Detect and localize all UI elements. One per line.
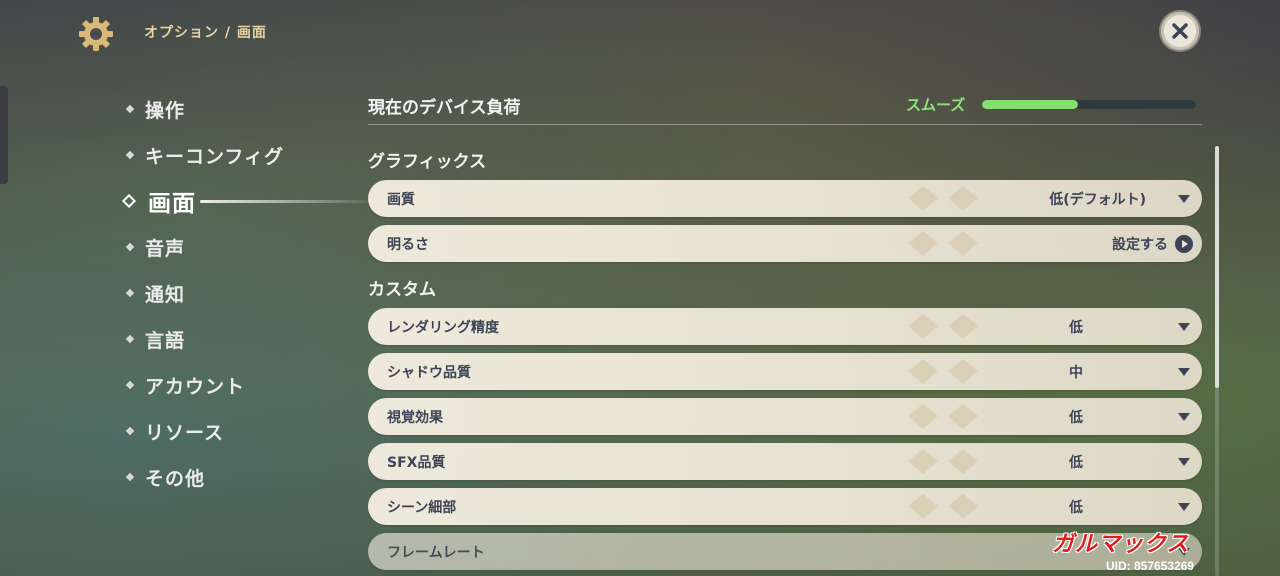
setting-row-sfx-quality[interactable]: SFX品質 低	[368, 443, 1202, 480]
setting-value: 低	[1069, 499, 1083, 516]
divider	[368, 124, 1202, 125]
arrow-right-circle-icon[interactable]	[1175, 234, 1193, 253]
setting-value: 中	[1069, 364, 1083, 381]
sidebar-item-graphics[interactable]: 画面	[120, 178, 380, 224]
setting-label: シーン細部	[387, 499, 457, 516]
bullet-icon	[125, 150, 135, 160]
chevron-down-icon[interactable]	[1178, 502, 1190, 511]
sidebar-item-label: 画面	[148, 191, 196, 217]
uid-label: UID: 857653269	[1106, 559, 1195, 573]
sidebar-item-notifications[interactable]: 通知	[120, 270, 350, 316]
setting-row-visual-effects[interactable]: 視覚効果 低	[368, 398, 1202, 435]
chevron-down-icon[interactable]	[1178, 322, 1190, 331]
diamond-pattern-icon	[908, 359, 978, 384]
device-load-status: スムーズ	[906, 96, 966, 114]
setting-row-render-resolution[interactable]: レンダリング精度 低	[368, 308, 1202, 345]
setting-row-quality[interactable]: 画質 低(デフォルト)	[368, 180, 1202, 217]
setting-label: SFX品質	[387, 454, 446, 471]
sidebar-item-controls[interactable]: 操作	[120, 86, 350, 132]
setting-value: 低	[1069, 319, 1083, 336]
setting-row-brightness[interactable]: 明るさ 設定する	[368, 225, 1202, 262]
sidebar-item-label: アカウント	[145, 375, 246, 398]
sidebar-item-label: 音声	[145, 237, 186, 260]
chevron-down-icon[interactable]	[1178, 194, 1190, 203]
breadcrumb: オプション / 画面	[144, 25, 267, 41]
setting-value: 低	[1069, 454, 1083, 471]
sidebar-item-label: 通知	[145, 283, 186, 306]
bullet-icon	[125, 288, 135, 298]
setting-label: 明るさ	[387, 236, 429, 253]
sidebar-item-label: リソース	[145, 421, 225, 444]
sidebar-item-label: キーコンフィグ	[145, 145, 285, 168]
setting-value: 低	[1069, 409, 1083, 426]
graphics-section-title: グラフィックス	[368, 152, 487, 172]
side-edge-tab[interactable]	[0, 86, 8, 184]
device-load-fill	[982, 100, 1079, 109]
setting-row-shadow-quality[interactable]: シャドウ品質 中	[368, 353, 1202, 390]
sidebar-item-key-config[interactable]: キーコンフィグ	[120, 132, 350, 178]
diamond-pattern-icon	[908, 494, 978, 519]
scrollbar-thumb[interactable]	[1215, 146, 1219, 388]
settings-sidebar: 操作 キーコンフィグ 画面 音声 通知 言語 アカウント リソース その他	[120, 86, 380, 500]
bullet-icon	[125, 426, 135, 436]
setting-label: 画質	[387, 191, 415, 208]
setting-label: 視覚効果	[387, 409, 443, 426]
watermark: ガルマックス	[1052, 532, 1190, 557]
setting-label: レンダリング精度	[387, 319, 499, 336]
diamond-pattern-icon	[908, 449, 978, 474]
sidebar-item-language[interactable]: 言語	[120, 316, 350, 362]
sidebar-item-resources[interactable]: リソース	[120, 408, 350, 454]
settings-panel: 現在のデバイス負荷 スムーズ グラフィックス 画質 低(デフォルト) 明るさ 設…	[368, 0, 1204, 576]
selected-bullet-icon	[121, 193, 137, 209]
sidebar-item-other[interactable]: その他	[120, 454, 350, 500]
sidebar-item-label: 言語	[145, 329, 186, 352]
bullet-icon	[125, 104, 135, 114]
diamond-pattern-icon	[908, 314, 978, 339]
setting-row-scene-detail[interactable]: シーン細部 低	[368, 488, 1202, 525]
bullet-icon	[125, 472, 135, 482]
gear-icon	[79, 17, 113, 51]
sidebar-item-account[interactable]: アカウント	[120, 362, 350, 408]
chevron-down-icon[interactable]	[1178, 367, 1190, 376]
setting-label: フレームレート	[387, 544, 485, 561]
setting-label: シャドウ品質	[387, 364, 471, 381]
diamond-pattern-icon	[908, 404, 978, 429]
bullet-icon	[125, 334, 135, 344]
bullet-icon	[125, 380, 135, 390]
setting-value: 設定する	[1112, 236, 1168, 253]
chevron-down-icon[interactable]	[1178, 457, 1190, 466]
setting-value: 低(デフォルト)	[1049, 191, 1146, 208]
chevron-down-icon[interactable]	[1178, 412, 1190, 421]
sidebar-item-label: その他	[145, 467, 206, 490]
device-load-title: 現在のデバイス負荷	[368, 98, 521, 118]
device-load-bar	[982, 100, 1196, 109]
sidebar-item-label: 操作	[145, 99, 186, 122]
sidebar-item-audio[interactable]: 音声	[120, 224, 350, 270]
custom-section-title: カスタム	[368, 280, 436, 300]
bullet-icon	[125, 242, 135, 252]
